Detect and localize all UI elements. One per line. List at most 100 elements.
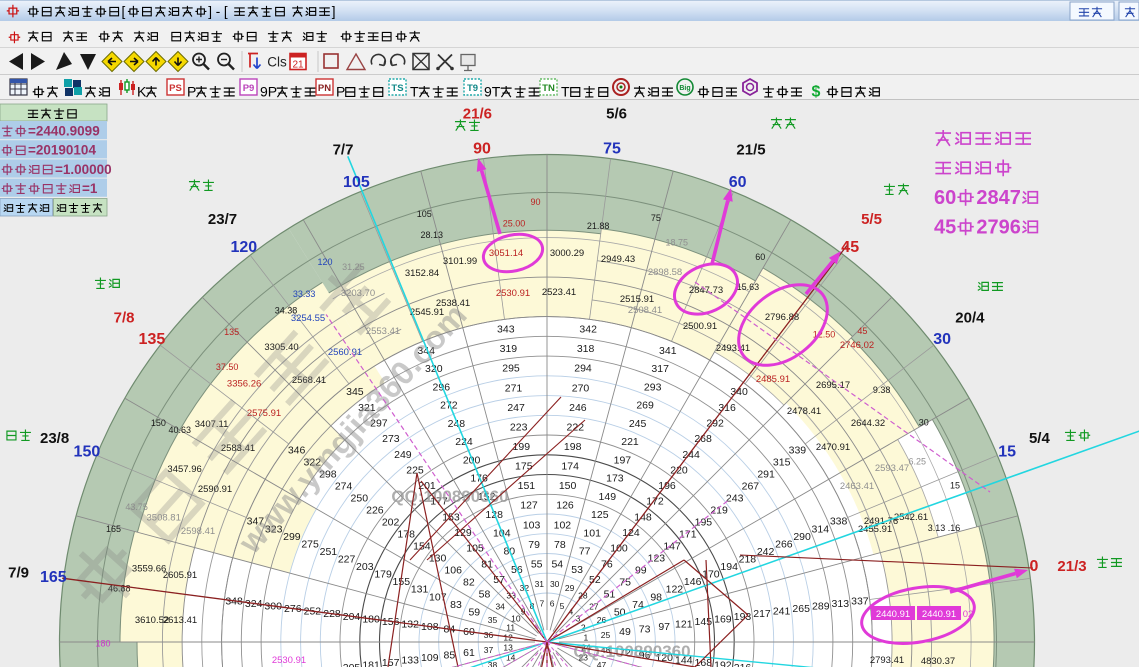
svg-text:=20190104: =20190104 <box>28 143 96 158</box>
svg-text:PS: PS <box>169 83 182 94</box>
svg-text:339: 339 <box>789 444 807 456</box>
svg-text:175: 175 <box>515 461 533 473</box>
svg-text:7/9: 7/9 <box>8 564 29 581</box>
svg-text:2478.41: 2478.41 <box>787 406 821 417</box>
svg-text:123: 123 <box>648 553 666 565</box>
svg-text:55: 55 <box>531 559 543 571</box>
svg-text:3000.29: 3000.29 <box>550 248 584 259</box>
svg-text:73: 73 <box>639 624 651 636</box>
svg-text:2560.91: 2560.91 <box>328 347 362 358</box>
svg-text:83: 83 <box>450 599 462 611</box>
svg-text:=1: =1 <box>82 181 98 196</box>
svg-text:2493.41: 2493.41 <box>716 343 750 354</box>
svg-text:28.13: 28.13 <box>421 230 444 240</box>
svg-text:T9: T9 <box>467 83 478 94</box>
svg-text:53: 53 <box>571 564 583 576</box>
svg-text:147: 147 <box>663 541 681 553</box>
svg-text:267: 267 <box>742 480 760 492</box>
svg-text:49: 49 <box>619 626 631 638</box>
svg-text:245: 245 <box>629 418 647 430</box>
svg-text:319: 319 <box>500 343 518 355</box>
svg-text:2500.91: 2500.91 <box>683 321 717 332</box>
svg-text:47: 47 <box>597 660 607 667</box>
svg-text:61: 61 <box>463 647 475 659</box>
svg-text:178: 178 <box>397 529 415 541</box>
svg-text:289: 289 <box>812 601 830 613</box>
svg-text:5: 5 <box>560 601 565 611</box>
svg-text:15.63: 15.63 <box>737 282 760 292</box>
svg-text:2491.76: 2491.76 <box>864 516 898 527</box>
svg-text:225: 225 <box>406 464 424 476</box>
svg-text:219: 219 <box>710 505 728 517</box>
svg-text:317: 317 <box>651 363 669 375</box>
svg-text:2508.41: 2508.41 <box>628 305 662 316</box>
svg-text:5/6: 5/6 <box>606 106 627 123</box>
svg-text:299: 299 <box>283 531 301 543</box>
svg-text:295: 295 <box>502 363 520 375</box>
svg-text:165: 165 <box>40 569 67 586</box>
svg-text:2847: 2847 <box>976 187 1021 209</box>
svg-text:165: 165 <box>106 524 121 534</box>
svg-text:342: 342 <box>579 324 597 336</box>
svg-text:294: 294 <box>574 363 592 375</box>
svg-text:29: 29 <box>565 583 575 593</box>
svg-text:151: 151 <box>518 480 536 492</box>
svg-text:3610.52: 3610.52 <box>135 615 169 626</box>
svg-text:45: 45 <box>841 239 859 256</box>
svg-text:157: 157 <box>382 657 400 667</box>
svg-text:P: P <box>187 84 196 100</box>
svg-text:105: 105 <box>466 543 484 555</box>
svg-text:124: 124 <box>622 527 640 539</box>
svg-text:K: K <box>137 84 147 100</box>
svg-text:2847.73: 2847.73 <box>689 285 723 296</box>
svg-text:37.50: 37.50 <box>216 362 239 372</box>
svg-text:149: 149 <box>599 491 617 503</box>
svg-text:3051.14: 3051.14 <box>489 248 523 259</box>
svg-text:180: 180 <box>95 639 110 649</box>
svg-text:2485.91: 2485.91 <box>756 374 790 385</box>
svg-text:60: 60 <box>934 187 956 209</box>
svg-text:9P: 9P <box>260 84 277 100</box>
svg-text:120: 120 <box>230 239 257 256</box>
svg-text:338: 338 <box>830 516 848 528</box>
svg-text:T: T <box>410 84 419 100</box>
svg-text:2530.91: 2530.91 <box>272 655 306 666</box>
svg-text:99: 99 <box>635 565 647 577</box>
svg-text:T: T <box>561 84 570 100</box>
svg-text:2590.91: 2590.91 <box>198 484 232 495</box>
svg-text:2440.91: 2440.91 <box>922 609 956 620</box>
svg-text:75: 75 <box>651 213 661 223</box>
svg-text:265: 265 <box>792 603 810 615</box>
svg-text:45: 45 <box>934 217 956 239</box>
svg-text:58: 58 <box>479 589 491 601</box>
svg-text:2530.91: 2530.91 <box>496 288 530 299</box>
svg-text:3356.26: 3356.26 <box>227 378 261 389</box>
svg-text:23/7: 23/7 <box>208 211 237 228</box>
svg-text:2515.91: 2515.91 <box>620 294 654 305</box>
svg-text:[: [ <box>122 4 126 19</box>
svg-text:9T: 9T <box>484 84 501 100</box>
svg-text:2598.41: 2598.41 <box>181 526 215 537</box>
svg-text:150: 150 <box>151 418 166 428</box>
svg-text:Big: Big <box>679 85 690 92</box>
svg-text:0: 0 <box>1030 558 1039 575</box>
svg-text:02: 02 <box>963 609 974 620</box>
svg-text:273: 273 <box>382 433 400 445</box>
svg-text:216: 216 <box>734 662 752 667</box>
svg-text:192: 192 <box>714 660 732 667</box>
svg-text:4830.37: 4830.37 <box>921 656 955 667</box>
svg-text:TN: TN <box>542 83 555 94</box>
svg-text:101: 101 <box>583 527 601 539</box>
svg-text:341: 341 <box>659 345 677 357</box>
svg-text:2644.32: 2644.32 <box>851 418 885 429</box>
svg-text:105: 105 <box>343 174 370 191</box>
svg-text:21/3: 21/3 <box>1057 558 1086 575</box>
svg-text:34.38: 34.38 <box>275 305 298 315</box>
svg-text:314: 314 <box>812 523 830 535</box>
svg-text:33.33: 33.33 <box>293 289 316 299</box>
svg-text:266: 266 <box>775 538 793 550</box>
svg-text:179: 179 <box>374 569 392 581</box>
svg-text:249: 249 <box>394 449 412 461</box>
svg-text:75: 75 <box>603 140 621 157</box>
svg-text:195: 195 <box>695 517 713 529</box>
